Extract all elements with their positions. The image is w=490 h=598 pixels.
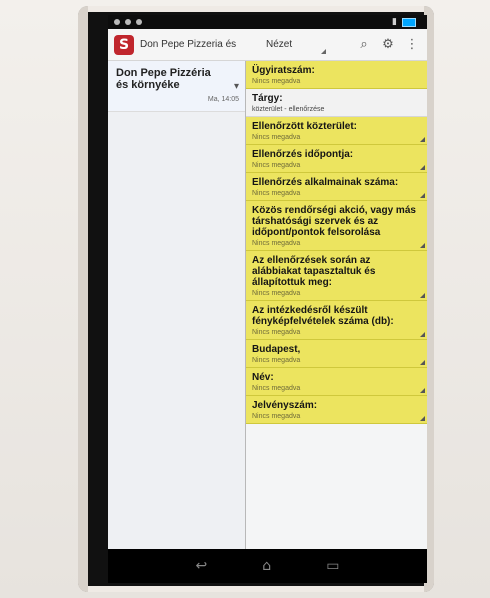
action-bar: S Don Pepe Pizzeria és Nézet ⌕ ⚙ ⋮ — [108, 29, 427, 61]
field-label: Ellenőrzés időpontja: — [252, 149, 354, 160]
status-right: ▮ — [392, 17, 421, 27]
spinner-caret-icon — [321, 49, 326, 54]
field-caret-icon — [420, 360, 425, 365]
field-caret-icon — [420, 165, 425, 170]
field-label: Tárgy: — [252, 93, 283, 104]
field-ellenorzes-idopontja[interactable]: Ellenőrzés időpontja: Nincs megadva — [246, 145, 427, 173]
list-item[interactable]: Don Pepe Pizzéria és környéke Ma, 14:05 … — [108, 61, 245, 112]
field-label: Jelvényszám: — [252, 400, 318, 411]
view-spinner-value: Nézet — [266, 39, 293, 50]
field-budapest[interactable]: Budapest, Nincs megadva — [246, 340, 427, 368]
field-caret-icon — [420, 388, 425, 393]
recent-apps-icon[interactable]: ▭ — [326, 558, 339, 574]
notification-dot-icon — [125, 19, 131, 25]
field-nev[interactable]: Név: Nincs megadva — [246, 368, 427, 396]
field-label: Az ellenőrzések során az alábbiakat tapa… — [252, 255, 376, 288]
field-targy[interactable]: Tárgy: közterület - ellenőrzése — [246, 89, 427, 117]
notification-dot-icon — [114, 19, 120, 25]
field-label: Ellenőrzött közterület: — [252, 121, 358, 132]
field-caret-icon — [420, 137, 425, 142]
navigation-bar: ↩ ⌂ ▭ — [108, 549, 427, 583]
battery-icon — [402, 17, 416, 27]
detail-pane: Ügyiratszám: Nincs megadva Tárgy: közter… — [245, 61, 427, 549]
field-value: Nincs megadva — [252, 413, 301, 420]
list-item-time: Ma, 14:05 — [207, 96, 239, 103]
list-item-title: Don Pepe Pizzéria és környéke — [116, 67, 211, 91]
home-icon[interactable]: ⌂ — [262, 558, 271, 574]
tablet-bezel-left — [78, 6, 88, 592]
field-value: Nincs megadva — [252, 134, 301, 141]
field-jelvenyszam[interactable]: Jelvényszám: Nincs megadva — [246, 396, 427, 424]
field-alkalmak-szama[interactable]: Ellenőrzés alkalmainak száma: Nincs mega… — [246, 173, 427, 201]
field-caret-icon — [420, 193, 425, 198]
content-area: Don Pepe Pizzéria és környéke Ma, 14:05 … — [108, 61, 427, 549]
field-label: Az intézkedésről készült fényképfelvétel… — [252, 305, 394, 327]
notification-dot-icon — [136, 19, 142, 25]
field-value: közterület - ellenőrzése — [252, 106, 325, 113]
status-left — [114, 19, 142, 25]
field-fenykepek-szama[interactable]: Az intézkedésről készült fényképfelvétel… — [246, 301, 427, 340]
field-label: Ügyiratszám: — [252, 65, 315, 76]
field-value: Nincs megadva — [252, 357, 301, 364]
field-value: Nincs megadva — [252, 240, 301, 247]
search-icon[interactable]: ⌕ — [355, 37, 373, 52]
field-caret-icon — [420, 293, 425, 298]
field-value: Nincs megadva — [252, 78, 301, 85]
app-logo[interactable]: S — [114, 34, 134, 55]
overflow-menu-icon[interactable]: ⋮ — [403, 37, 421, 52]
list-pane: Don Pepe Pizzéria és környéke Ma, 14:05 … — [108, 61, 245, 549]
status-bar: ▮ — [108, 15, 427, 29]
field-value: Nincs megadva — [252, 385, 301, 392]
app-title: Don Pepe Pizzeria és — [140, 39, 237, 50]
field-ellenorzott-kozterulet[interactable]: Ellenőrzött közterület: Nincs megadva — [246, 117, 427, 145]
field-tapasztalatok[interactable]: Az ellenőrzések során az alábbiakat tapa… — [246, 251, 427, 301]
signal-icon: ▮ — [392, 17, 397, 27]
field-caret-icon — [420, 243, 425, 248]
field-label: Közös rendőrségi akció, vagy más társhat… — [252, 205, 416, 238]
chevron-down-icon[interactable]: ▾ — [234, 81, 239, 92]
field-caret-icon — [420, 332, 425, 337]
field-kozos-akcio[interactable]: Közös rendőrségi akció, vagy más társhat… — [246, 201, 427, 251]
field-value: Nincs megadva — [252, 329, 301, 336]
back-icon[interactable]: ↩ — [196, 558, 208, 574]
view-spinner[interactable]: Nézet — [266, 39, 326, 54]
field-label: Budapest, — [252, 344, 301, 355]
field-caret-icon — [420, 416, 425, 421]
device-screen: ▮ S Don Pepe Pizzeria és Nézet ⌕ ⚙ ⋮ Don… — [108, 15, 427, 583]
field-label: Név: — [252, 372, 274, 383]
settings-icon[interactable]: ⚙ — [379, 37, 397, 52]
field-value: Nincs megadva — [252, 190, 301, 197]
field-value: Nincs megadva — [252, 162, 301, 169]
field-value: Nincs megadva — [252, 290, 301, 297]
field-ugyiratszam[interactable]: Ügyiratszám: Nincs megadva — [246, 61, 427, 89]
field-label: Ellenőrzés alkalmainak száma: — [252, 177, 399, 188]
